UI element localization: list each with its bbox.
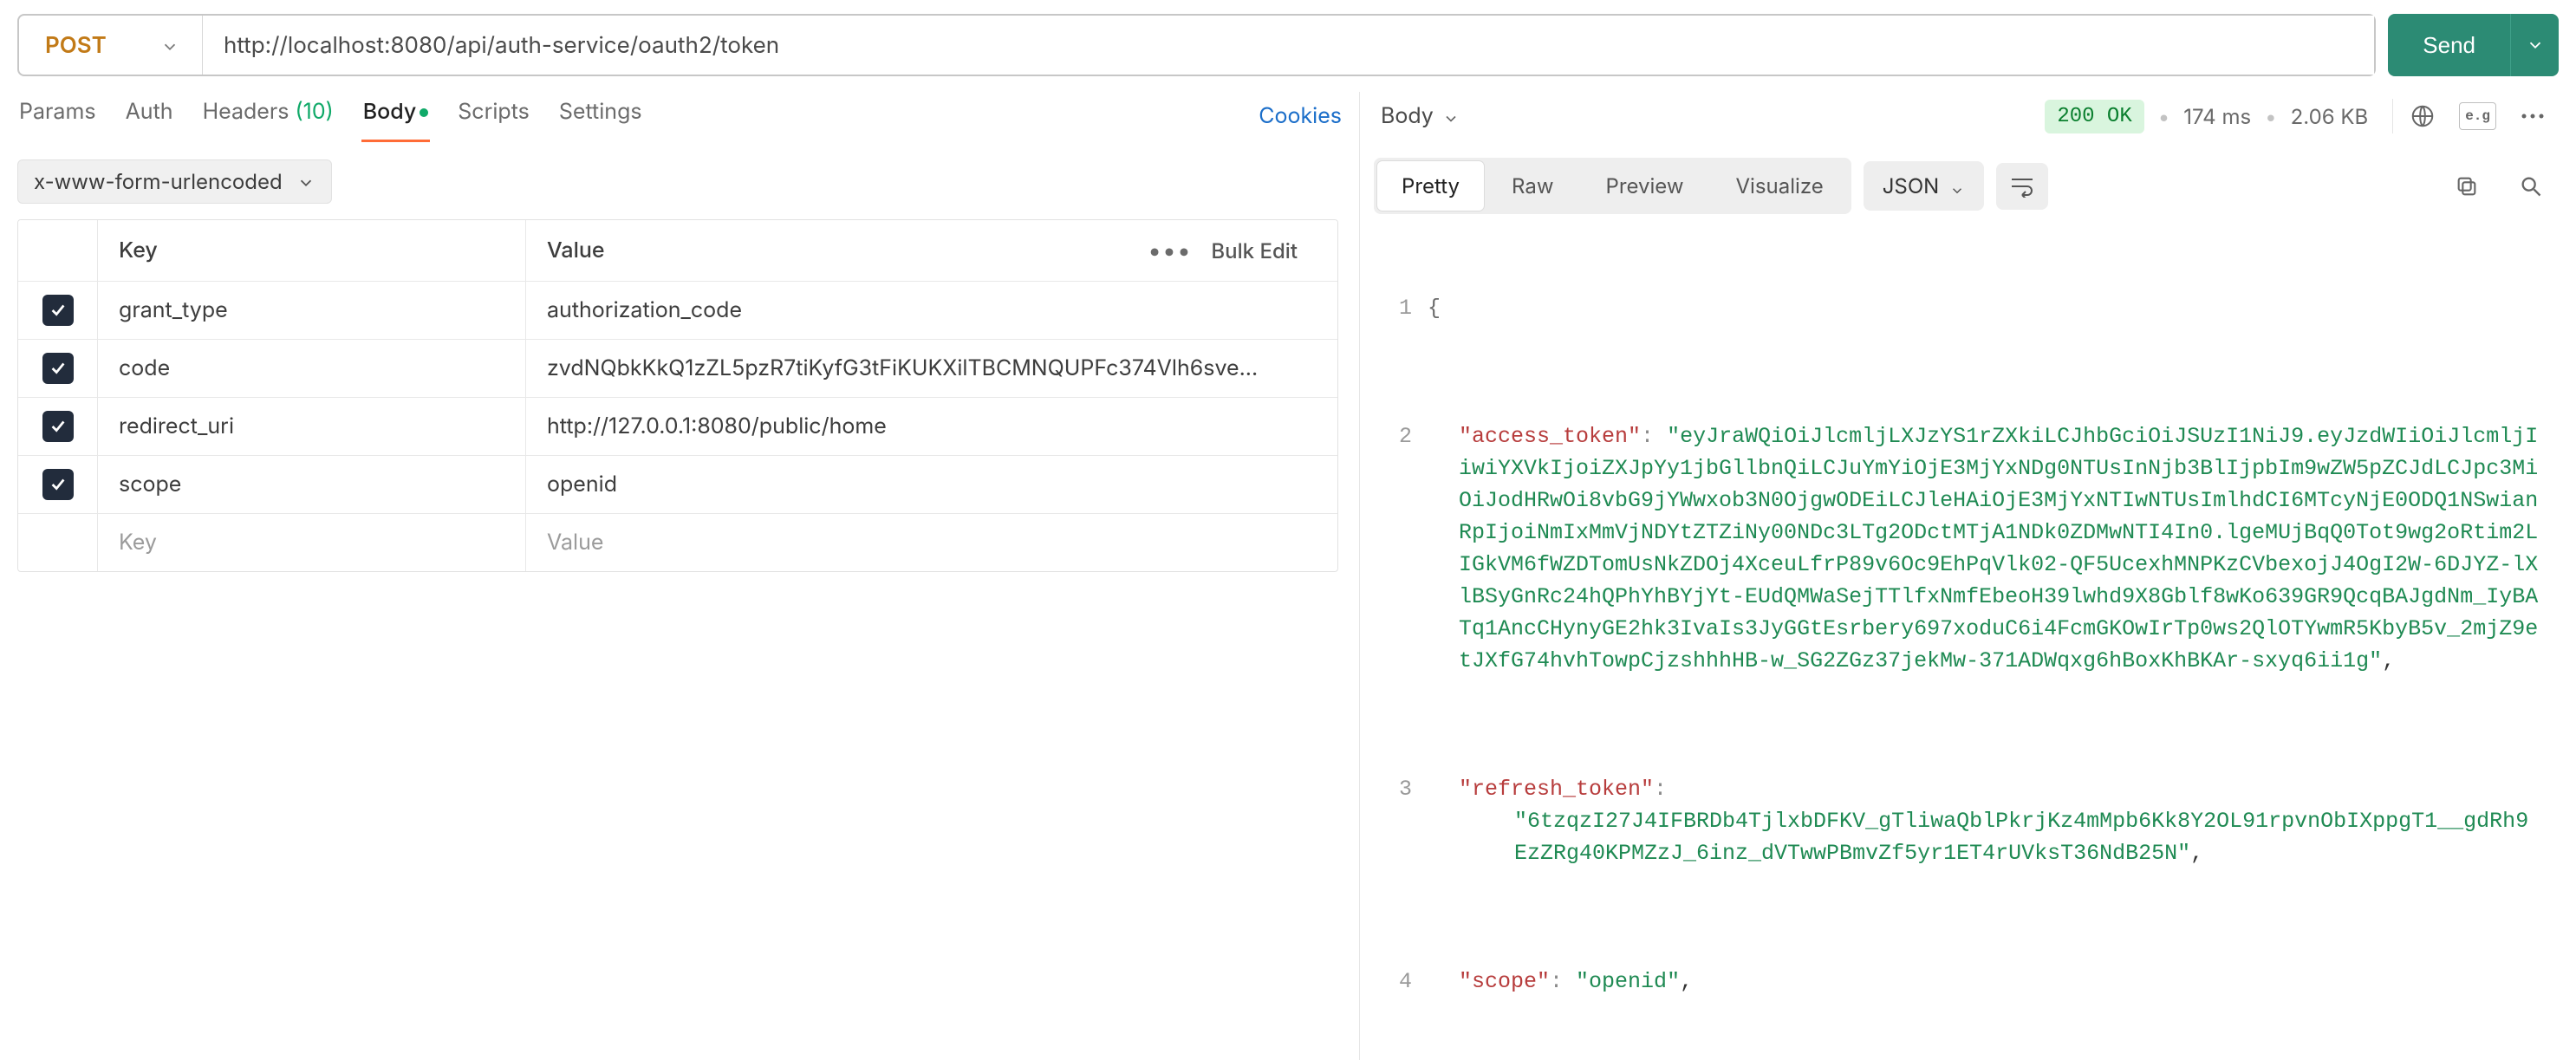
http-method-select[interactable]: POST — [19, 16, 203, 75]
tab-scripts[interactable]: Scripts — [456, 92, 531, 140]
response-format-label: JSON — [1883, 173, 1940, 198]
row-value[interactable]: http://127.0.0.1:8080/public/home — [526, 398, 1337, 455]
request-url-group: POST — [17, 14, 2376, 76]
json-string: "6tzqzI27J4IFBRDb4TjlxbDFKV_gTliwaQblPkr… — [1514, 809, 2528, 866]
tab-headers-label: Headers — [203, 99, 289, 125]
row-key[interactable]: redirect_uri — [98, 398, 526, 455]
table-row-new: Key Value — [18, 514, 1337, 571]
tab-body[interactable]: Body — [361, 92, 431, 140]
table-row: grant_type authorization_code — [18, 282, 1337, 340]
send-button[interactable]: Send — [2388, 14, 2510, 76]
row-checkbox[interactable] — [42, 353, 74, 384]
save-response-button[interactable]: e.g — [2459, 102, 2496, 130]
row-value[interactable]: zvdNQbkKkQ1zZL5pzR7tiKyfG3tFiKUKXilTBCMN… — [526, 340, 1337, 397]
http-method-label: POST — [45, 32, 107, 59]
row-checkbox[interactable] — [42, 469, 74, 500]
row-checkbox-empty — [18, 514, 98, 571]
response-body-viewer[interactable]: 1{ 2"access_token": "eyJraWQiOiJlcmljLXJ… — [1374, 228, 2559, 1060]
globe-icon[interactable] — [2405, 102, 2440, 130]
send-options-button[interactable] — [2510, 14, 2559, 76]
request-tabs: Params Auth Headers (10) Body Scripts Se… — [17, 92, 1359, 140]
response-view-tabs: Pretty Raw Preview Visualize — [1374, 158, 1851, 214]
bulk-edit-button[interactable]: Bulk Edit — [1211, 238, 1298, 263]
separator-dot: • — [2265, 104, 2277, 129]
table-header-row: Key Value ••• Bulk Edit — [18, 220, 1337, 282]
tab-settings[interactable]: Settings — [557, 92, 644, 140]
view-raw[interactable]: Raw — [1487, 161, 1577, 211]
json-string: "eyJraWQiOiJlcmljLXJzYS1rZXkiLCJhbGciOiJ… — [1459, 424, 2538, 673]
table-options-button[interactable]: ••• — [1148, 236, 1193, 265]
row-checkbox[interactable] — [42, 411, 74, 442]
row-key[interactable]: code — [98, 340, 526, 397]
json-key: "refresh_token" — [1459, 777, 1654, 802]
response-section-select[interactable]: Body — [1374, 98, 1467, 134]
body-modified-dot — [420, 108, 428, 117]
json-string: "openid" — [1576, 969, 1680, 994]
row-key-input[interactable]: Key — [98, 514, 526, 571]
row-value[interactable]: authorization_code — [526, 282, 1337, 339]
row-checkbox[interactable] — [42, 295, 74, 326]
url-input[interactable] — [203, 16, 2374, 75]
separator-dot: • — [2158, 104, 2170, 129]
view-visualize[interactable]: Visualize — [1711, 161, 1847, 211]
row-key[interactable]: scope — [98, 456, 526, 513]
copy-icon[interactable] — [2449, 172, 2484, 200]
value-column-header: Value — [547, 237, 605, 263]
status-badge: 200 OK — [2045, 100, 2143, 133]
tab-headers[interactable]: Headers (10) — [201, 92, 335, 140]
cookies-link[interactable]: Cookies — [1259, 103, 1359, 129]
send-button-group: Send — [2388, 14, 2559, 76]
chevron-down-icon — [296, 172, 315, 192]
body-type-select[interactable]: x-www-form-urlencoded — [17, 159, 332, 204]
view-pretty[interactable]: Pretty — [1377, 161, 1484, 211]
view-preview[interactable]: Preview — [1581, 161, 1708, 211]
response-format-select[interactable]: JSON — [1864, 161, 1985, 211]
chevron-down-icon — [1442, 107, 1460, 125]
json-key: "scope" — [1459, 969, 1550, 994]
table-row: scope openid — [18, 456, 1337, 514]
headers-count: (10) — [296, 99, 334, 125]
table-row: redirect_uri http://127.0.0.1:8080/publi… — [18, 398, 1337, 456]
response-time: 174 ms — [2183, 104, 2251, 129]
response-header: Body 200 OK • 174 ms • 2.06 KB e.g — [1374, 92, 2559, 140]
json-key: "access_token" — [1459, 424, 1641, 449]
tab-params[interactable]: Params — [17, 92, 98, 140]
key-column-header: Key — [98, 220, 526, 281]
row-value-input[interactable]: Value — [526, 514, 1337, 571]
body-type-label: x-www-form-urlencoded — [34, 169, 283, 194]
more-options-button[interactable] — [2515, 102, 2550, 130]
search-icon[interactable] — [2514, 172, 2548, 200]
checkbox-column-header — [18, 220, 98, 281]
chevron-down-icon — [160, 36, 179, 55]
chevron-down-icon — [1949, 179, 1965, 194]
response-size: 2.06 KB — [2291, 104, 2369, 129]
table-row: code zvdNQbkKkQ1zZL5pzR7tiKyfG3tFiKUKXil… — [18, 340, 1337, 398]
tab-body-label: Body — [363, 99, 417, 125]
row-value[interactable]: openid — [526, 456, 1337, 513]
tab-auth[interactable]: Auth — [124, 92, 175, 140]
form-data-table: Key Value ••• Bulk Edit grant_type autho… — [17, 219, 1338, 572]
row-key[interactable]: grant_type — [98, 282, 526, 339]
response-section-label: Body — [1381, 103, 1434, 129]
line-wrap-toggle[interactable] — [1996, 163, 2048, 210]
